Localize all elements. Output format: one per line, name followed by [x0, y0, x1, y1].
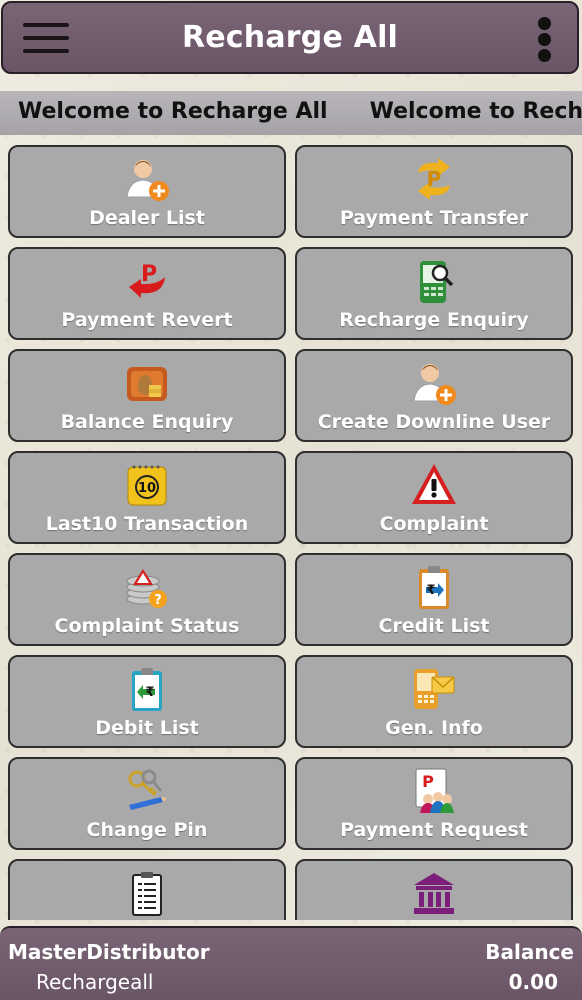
warning-icon [412, 464, 456, 504]
app-bar: Recharge All [1, 1, 579, 74]
tile-label: Complaint Status [54, 615, 240, 637]
bank-button[interactable] [295, 859, 573, 920]
tile-label: Recharge Enquiry [339, 309, 529, 331]
complaint-status-icon: ? [126, 569, 167, 608]
app-title: Recharge All [181, 20, 399, 55]
gen-info-button[interactable]: Gen. Info [295, 655, 573, 748]
mobile-search-icon [420, 261, 454, 303]
complaint-button[interactable]: Complaint [295, 451, 573, 544]
marquee-text-repeat: Welcome to Recharge A [369, 99, 582, 124]
tile-label: Dealer List [89, 207, 205, 229]
marquee-text: Welcome to Recharge All [18, 99, 328, 124]
payment-revert-button[interactable]: P Payment Revert [8, 247, 286, 340]
svg-text:₹: ₹ [145, 685, 154, 700]
menu-grid: Dealer List P Payment Transfer P Payment… [8, 145, 574, 920]
recharge-enquiry-button[interactable]: Recharge Enquiry [295, 247, 573, 340]
calendar-ten-icon: 10 [127, 465, 167, 506]
balance-value: 0.00 [508, 970, 558, 994]
tile-label: Gen. Info [385, 717, 483, 739]
debit-list-icon: ₹ [132, 668, 162, 711]
tile-label: Payment Revert [61, 309, 233, 331]
tile-label: Change Pin [86, 819, 208, 841]
svg-text:10: 10 [138, 481, 156, 496]
tile-label: Complaint [379, 513, 489, 535]
keys-pen-icon [128, 769, 167, 810]
credit-list-button[interactable]: ₹ Credit List [295, 553, 573, 646]
tile-label: Payment Transfer [339, 207, 529, 229]
info-message-icon [414, 669, 455, 709]
change-pin-button[interactable]: Change Pin [8, 757, 286, 850]
svg-text:₹: ₹ [426, 583, 435, 598]
tile-label: Last10 Transaction [45, 513, 249, 535]
username: Rechargeall [36, 970, 154, 994]
tile-label: Payment Request [340, 819, 528, 841]
document-list-button[interactable] [8, 859, 286, 920]
balance-label: Balance [485, 940, 574, 964]
tile-label: Credit List [378, 615, 490, 637]
user-role: MasterDistributor [8, 940, 210, 964]
account-footer: MasterDistributor Rechargeall Balance 0.… [0, 926, 582, 1000]
money-bag-icon [127, 367, 167, 401]
payment-transfer-button[interactable]: P Payment Transfer [295, 145, 573, 238]
create-downline-user-button[interactable]: Create Downline User [295, 349, 573, 442]
dealer-list-button[interactable]: Dealer List [8, 145, 286, 238]
credit-list-icon: ₹ [419, 566, 449, 609]
svg-text:P: P [427, 167, 442, 191]
tile-label: Debit List [95, 717, 199, 739]
welcome-marquee: Welcome to Recharge All Welcome to Rechar… [0, 91, 582, 135]
payment-revert-icon: P [129, 262, 165, 298]
document-list-icon [132, 872, 162, 916]
svg-text:P: P [422, 772, 434, 791]
svg-text:?: ? [154, 593, 162, 608]
add-user-icon [413, 364, 456, 405]
balance-enquiry-button[interactable]: Balance Enquiry [8, 349, 286, 442]
hamburger-icon[interactable] [23, 23, 71, 55]
more-vertical-icon[interactable] [537, 17, 553, 63]
last10-transaction-button[interactable]: 10 Last10 Transaction [8, 451, 286, 544]
svg-text:P: P [141, 262, 157, 287]
add-user-icon [126, 160, 169, 201]
complaint-status-button[interactable]: ? Complaint Status [8, 553, 286, 646]
bank-icon [414, 873, 454, 914]
payment-request-icon: P [415, 768, 454, 813]
payment-request-button[interactable]: P Payment Request [295, 757, 573, 850]
tile-label: Create Downline User [317, 411, 551, 433]
tile-label: Balance Enquiry [60, 411, 234, 433]
payment-transfer-icon: P [418, 158, 450, 200]
debit-list-button[interactable]: ₹ Debit List [8, 655, 286, 748]
